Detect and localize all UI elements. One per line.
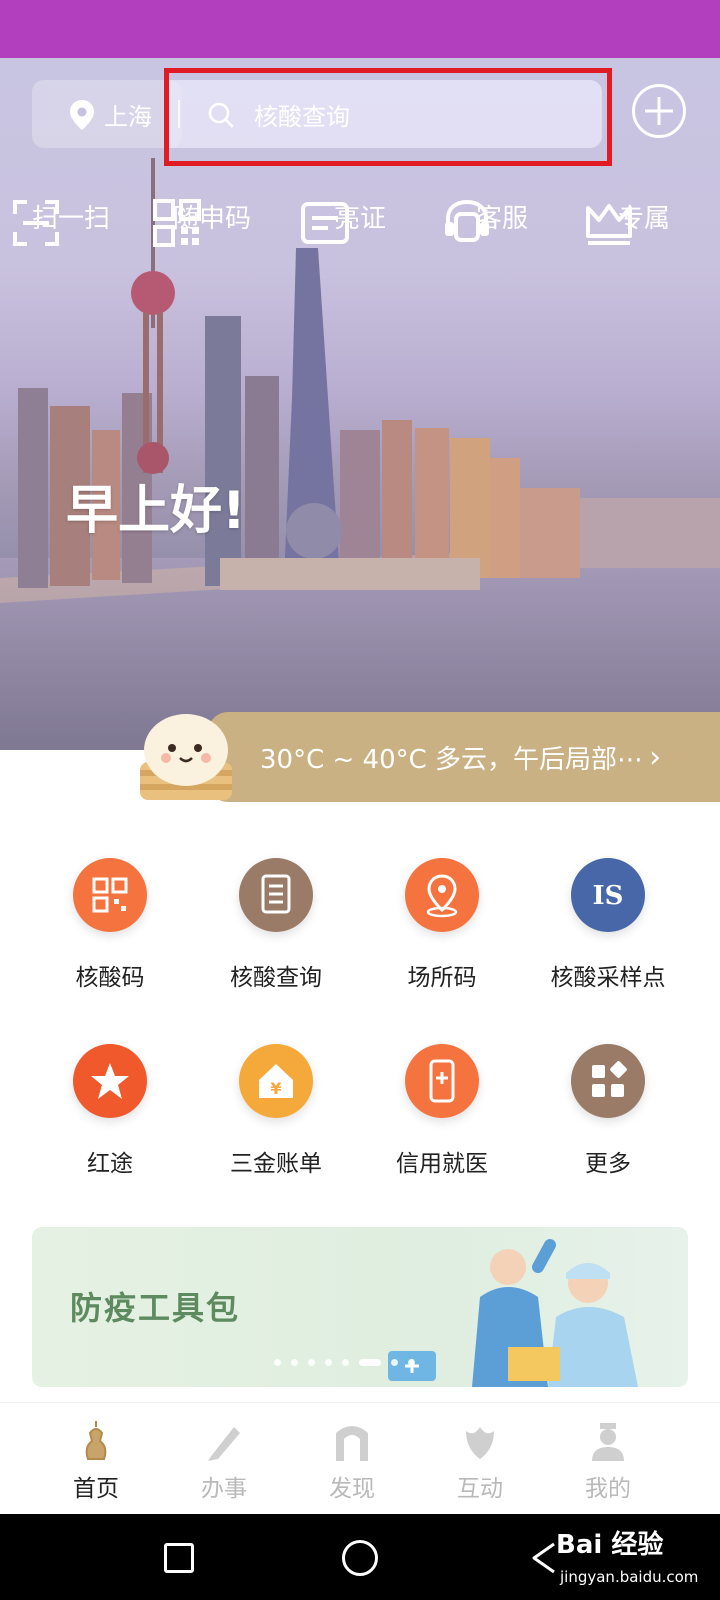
weather-banner[interactable]: 30°C ~ 40°C 多云，午后局部⋯ › xyxy=(208,712,720,802)
service-label: 三金账单 xyxy=(230,1151,322,1177)
carousel-dots xyxy=(274,1359,415,1366)
service-more[interactable]: 更多 xyxy=(525,1044,691,1178)
service-sampling-site[interactable]: IS 核酸采样点 xyxy=(525,858,691,992)
sampling-site-icon: IS xyxy=(571,858,645,932)
weather-text: 30°C ~ 40°C 多云，午后局部⋯ xyxy=(260,744,644,775)
document-icon xyxy=(239,858,313,932)
pen-icon xyxy=(208,1427,240,1461)
app-screen: 上海 核酸查询 扫一扫 随申码 亮证 客服 专属 早上好! 30°C ~ 40°… xyxy=(0,0,720,1600)
service-nucleic-query[interactable]: 核酸查询 xyxy=(193,858,359,992)
pagoda-icon xyxy=(85,1421,107,1460)
quick-action-scan[interactable]: 扫一扫 xyxy=(11,198,131,246)
yuan-house-icon: ¥ xyxy=(239,1044,313,1118)
star-icon xyxy=(73,1044,147,1118)
epidemic-toolkit-banner[interactable]: 防疫工具包 xyxy=(32,1227,688,1387)
service-label: 核酸码 xyxy=(75,965,145,991)
mascot-bun-icon xyxy=(140,714,232,800)
svg-text:IS: IS xyxy=(593,881,624,911)
crown-icon xyxy=(586,204,632,245)
home-button[interactable] xyxy=(342,1540,378,1576)
quick-action-card[interactable]: 亮证 xyxy=(300,198,420,244)
service-label: 红途 xyxy=(87,1151,133,1177)
tab-services[interactable]: 办事 xyxy=(164,1419,284,1503)
scan-icon xyxy=(13,200,59,246)
recent-apps-button[interactable] xyxy=(164,1543,194,1573)
tab-profile[interactable]: 我的 xyxy=(548,1419,668,1503)
location-pin-icon xyxy=(405,858,479,932)
person-icon xyxy=(592,1423,624,1461)
tab-interact[interactable]: 互动 xyxy=(420,1419,540,1503)
tab-label: 首页 xyxy=(73,1476,119,1502)
more-grid-icon xyxy=(571,1044,645,1118)
status-bar xyxy=(0,0,720,58)
qr-code-icon xyxy=(73,858,147,932)
service-funds-bill[interactable]: ¥ 三金账单 xyxy=(193,1044,359,1178)
service-credit-medical[interactable]: 信用就医 xyxy=(359,1044,525,1178)
magnolia-icon xyxy=(466,1427,494,1459)
watermark-url: jingyan.baidu.com xyxy=(560,1568,699,1586)
add-button[interactable] xyxy=(632,84,686,138)
service-label: 场所码 xyxy=(407,965,477,991)
service-red-route[interactable]: 红途 xyxy=(27,1044,193,1178)
greeting-text: 早上好! xyxy=(66,481,246,541)
service-label: 信用就医 xyxy=(396,1151,488,1177)
chevron-right-icon: › xyxy=(649,739,662,775)
qr-code-icon xyxy=(153,199,201,247)
location-selector[interactable]: 上海 xyxy=(32,80,182,148)
location-label: 上海 xyxy=(104,102,152,131)
tab-home[interactable]: 首页 xyxy=(36,1419,156,1503)
headset-icon xyxy=(445,199,489,242)
phone-medical-icon xyxy=(405,1044,479,1118)
service-nucleic-code[interactable]: 核酸码 xyxy=(27,858,193,992)
bottom-tab-bar: 首页 办事 发现 互动 我的 xyxy=(0,1402,720,1514)
service-label: 核酸采样点 xyxy=(550,965,666,991)
medical-workers-illustration xyxy=(388,1239,638,1387)
quick-action-service[interactable]: 客服 xyxy=(442,198,562,242)
arch-icon xyxy=(336,1426,368,1461)
service-label: 核酸查询 xyxy=(230,965,322,991)
banner-title: 防疫工具包 xyxy=(70,1289,241,1327)
tab-label: 我的 xyxy=(585,1476,631,1502)
highlight-box xyxy=(164,68,612,166)
quick-action-qr[interactable]: 随申码 xyxy=(152,198,272,247)
quick-action-exclusive[interactable]: 专属 xyxy=(584,198,704,245)
service-label: 更多 xyxy=(585,1151,631,1177)
card-icon xyxy=(301,202,349,244)
tab-discover[interactable]: 发现 xyxy=(292,1419,412,1503)
tab-label: 办事 xyxy=(201,1476,247,1502)
tab-label: 互动 xyxy=(457,1476,503,1502)
tab-label: 发现 xyxy=(329,1476,375,1502)
watermark-brand: Bai 经验 xyxy=(556,1530,664,1560)
svg-text:¥: ¥ xyxy=(270,1079,281,1098)
service-venue-code[interactable]: 场所码 xyxy=(359,858,525,992)
location-pin-icon xyxy=(70,100,94,130)
